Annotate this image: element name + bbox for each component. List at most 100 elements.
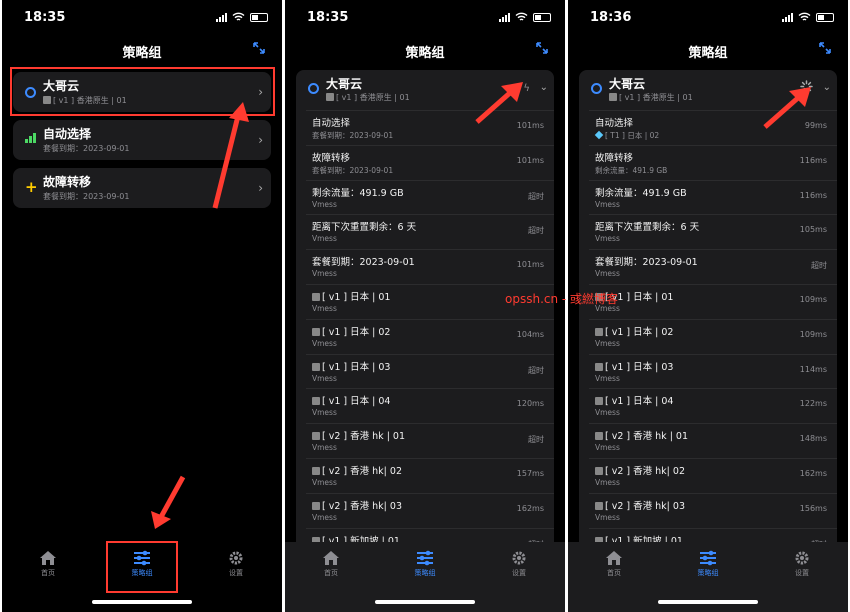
node-latency: 148ms (799, 434, 827, 444)
node-name: [ v1 ] 日本 | 03 (312, 359, 390, 373)
battery-icon (533, 12, 551, 22)
home-indicator (658, 600, 758, 604)
node-box-icon (595, 432, 603, 441)
node-latency: 超时 (528, 226, 544, 236)
chevron-down-icon[interactable]: ⌄ (540, 82, 548, 93)
node-sub: Vmess (595, 373, 620, 383)
home-indicator (375, 600, 475, 604)
node-row[interactable]: 距离下次重置剩余：6 天 Vmess 超时 (306, 214, 554, 249)
battery-icon (250, 12, 268, 22)
node-name: [ v1 ] 日本 | 01 (312, 289, 390, 303)
node-row[interactable]: 剩余流量：491.9 GB Vmess 116ms (589, 179, 837, 215)
node-sub: Vmess (312, 303, 337, 313)
cellular-signal-icon (782, 12, 793, 22)
node-row[interactable]: [ v1 ] 日本 | 01 Vmess 109ms (589, 283, 837, 319)
node-sub: Vmess (312, 512, 337, 522)
node-latency: 101ms (516, 155, 544, 165)
node-name: [ v2 ] 香港 hk | 01 (595, 428, 688, 442)
node-latency: 109ms (799, 329, 827, 339)
expand-icon[interactable] (252, 41, 266, 55)
node-row[interactable]: [ v2 ] 香港 hk| 02 Vmess 157ms (306, 457, 554, 493)
node-row[interactable]: [ v1 ] 日本 | 03 Vmess 114ms (589, 353, 837, 389)
gear-icon (795, 551, 809, 565)
tab-home[interactable]: 首页 (301, 550, 361, 578)
tab-policy-groups[interactable]: 策略组 (395, 550, 455, 578)
node-name: 自动选择 (595, 118, 634, 129)
node-row[interactable]: 故障转移 剩余流量：491.9 GB 116ms (589, 144, 837, 180)
node-name: [ v2 ] 香港 hk| 02 (312, 463, 402, 477)
tab-policy-groups[interactable]: 策略组 (678, 550, 738, 578)
node-row[interactable]: [ v1 ] 日本 | 04 Vmess 120ms (306, 388, 554, 423)
expand-icon[interactable] (535, 41, 549, 55)
node-row[interactable]: [ v2 ] 香港 hk | 01 Vmess 148ms (589, 423, 837, 458)
node-box-icon (312, 292, 320, 301)
node-box-icon (609, 93, 617, 101)
tab-settings[interactable]: 设置 (206, 550, 266, 578)
group-sub: 套餐到期：2023-09-01 (43, 192, 130, 201)
home-indicator (92, 600, 192, 604)
node-row[interactable]: 剩余流量：491.9 GB Vmess 超时 (306, 179, 554, 215)
group-name: 自动选择 (43, 127, 92, 141)
node-sub: Vmess (595, 338, 620, 348)
node-row[interactable]: [ v2 ] 香港 hk | 01 Vmess 超时 (306, 423, 554, 458)
chevron-down-icon[interactable]: ⌄ (823, 82, 831, 93)
node-row[interactable]: [ v1 ] 日本 | 02 Vmess 109ms (589, 318, 837, 354)
tab-home[interactable]: 首页 (584, 550, 644, 578)
tab-home[interactable]: 首页 (18, 550, 78, 578)
node-row[interactable]: [ v2 ] 香港 hk| 02 Vmess 162ms (589, 457, 837, 493)
status-bar: 18:36 (568, 0, 848, 34)
node-list: 自动选择 套餐到期：2023-09-01 101ms 故障转移 套餐到期：2023-09… (306, 110, 554, 550)
node-sub: Vmess (312, 408, 337, 418)
node-latency: 162ms (799, 468, 827, 478)
cellular-signal-icon (216, 12, 227, 22)
node-latency: 157ms (516, 468, 544, 478)
node-latency: 105ms (799, 225, 827, 235)
node-latency: 116ms (799, 155, 827, 165)
bar-chart-icon (25, 133, 36, 143)
diamond-icon (594, 130, 604, 140)
node-name: [ v1 ] 日本 | 02 (595, 324, 673, 338)
node-row[interactable]: 套餐到期：2023-09-01 Vmess 超时 (589, 249, 837, 284)
tab-settings[interactable]: 设置 (772, 550, 832, 578)
expand-icon[interactable] (818, 41, 832, 55)
node-row[interactable]: [ v1 ] 日本 | 03 Vmess 超时 (306, 353, 554, 389)
node-name: 距离下次重置剩余：6 天 (312, 222, 417, 234)
node-name: [ v2 ] 香港 hk| 02 (595, 463, 685, 477)
node-latency: 114ms (799, 364, 827, 374)
node-row[interactable]: [ v2 ] 香港 hk| 03 Vmess 156ms (589, 492, 837, 528)
status-time: 18:35 (307, 10, 349, 25)
node-sub: Vmess (595, 477, 620, 487)
node-sub: Vmess (312, 234, 337, 244)
node-box-icon (595, 466, 603, 475)
expanded-group-card: 大哥云 [ v1 ] 香港原生 | 01 ⌄ 自动选择[ T1 ] 日本 | 0… (579, 70, 837, 550)
node-latency: 超时 (528, 435, 544, 445)
node-name: 自动选择 (312, 118, 351, 129)
node-row[interactable]: 距离下次重置剩余：6 天 Vmess 105ms (589, 214, 837, 249)
group-sub: [ v1 ] 香港原生 | 01 (609, 92, 693, 103)
home-icon (40, 551, 56, 565)
node-sub: Vmess (595, 408, 620, 418)
node-row[interactable]: [ v1 ] 日本 | 04 Vmess 122ms (589, 388, 837, 423)
cellular-signal-icon (499, 12, 510, 22)
status-bar: 18:35 (2, 0, 282, 34)
tab-bar: 首页 策略组 设置 (568, 542, 848, 612)
chevron-right-icon: › (258, 133, 263, 147)
home-icon (606, 551, 622, 565)
plus-icon: + (25, 178, 38, 196)
node-row[interactable]: 套餐到期：2023-09-01 Vmess 101ms (306, 249, 554, 284)
node-latency: 超时 (528, 191, 544, 201)
node-name: [ v1 ] 日本 | 04 (595, 393, 673, 407)
node-box-icon (312, 432, 320, 441)
tab-settings[interactable]: 设置 (489, 550, 549, 578)
annotation-arrow-icon (763, 87, 811, 129)
node-row[interactable]: [ v2 ] 香港 hk| 03 Vmess 162ms (306, 492, 554, 528)
node-sub: Vmess (312, 269, 337, 279)
circle-ring-icon (591, 83, 602, 94)
node-row[interactable]: 故障转移 套餐到期：2023-09-01 101ms (306, 144, 554, 180)
node-latency: 156ms (799, 503, 827, 513)
node-sub: Vmess (595, 269, 620, 279)
wifi-icon (515, 12, 528, 21)
node-row[interactable]: [ v1 ] 日本 | 02 Vmess 104ms (306, 318, 554, 354)
page-title: 策略组 (688, 46, 728, 61)
wifi-icon (798, 12, 811, 21)
